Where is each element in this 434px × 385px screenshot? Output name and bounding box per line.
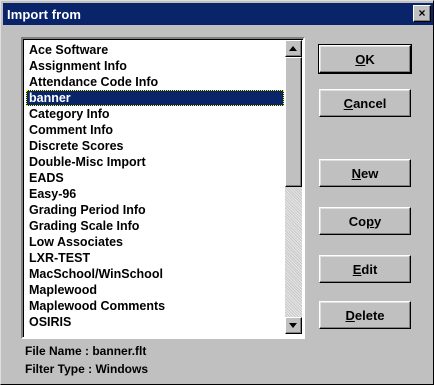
edit-label-post: dit: [361, 261, 378, 277]
import-from-dialog: Import from × Ace Software Assignment Inf…: [0, 0, 434, 385]
list-item[interactable]: Discrete Scores: [26, 138, 284, 154]
list-item[interactable]: Assignment Info: [26, 58, 284, 74]
scroll-down-arrow-icon[interactable]: [285, 317, 302, 334]
list-item[interactable]: Comment Info: [26, 122, 284, 138]
delete-label-accel: D: [345, 307, 355, 323]
ok-button[interactable]: OK: [318, 44, 412, 74]
close-button[interactable]: ×: [413, 5, 431, 22]
scrollbar-thumb[interactable]: [285, 57, 302, 187]
scroll-up-arrow-icon[interactable]: [285, 40, 302, 57]
copy-label-post: y: [374, 213, 382, 229]
list-item[interactable]: LXR-TEST: [26, 250, 284, 266]
delete-label-post: elete: [354, 307, 385, 323]
title-bar[interactable]: Import from ×: [3, 3, 433, 25]
import-source-listbox[interactable]: Ace Software Assignment Info Attendance Co…: [21, 37, 305, 339]
vertical-scrollbar[interactable]: [285, 40, 302, 334]
list-item[interactable]: Maplewood Comments: [26, 298, 284, 314]
delete-button[interactable]: Delete: [319, 301, 411, 329]
list-item[interactable]: Grading Scale Info: [26, 218, 284, 234]
copy-label-accel: p: [366, 213, 375, 229]
window-title: Import from: [7, 6, 82, 22]
list-item[interactable]: Ace Software: [26, 42, 284, 58]
list-item[interactable]: OSIRIS: [26, 314, 284, 330]
list-item[interactable]: Easy-96: [26, 186, 284, 202]
list-item[interactable]: Grading Period Info: [26, 202, 284, 218]
list-item[interactable]: Double-Misc Import: [26, 154, 284, 170]
cancel-label-accel: C: [343, 95, 354, 111]
list-item[interactable]: Maplewood: [26, 282, 284, 298]
listbox-items: Ace Software Assignment Info Attendance Co…: [26, 42, 284, 330]
list-item[interactable]: EADS: [26, 170, 284, 186]
list-item[interactable]: Attendance Code Info: [26, 74, 284, 90]
list-item[interactable]: Low Associates: [26, 234, 284, 250]
cancel-label-post: ancel: [353, 95, 387, 111]
new-label-accel: N: [351, 165, 362, 181]
list-item[interactable]: MacSchool/WinSchool: [26, 266, 284, 282]
list-item[interactable]: Category Info: [26, 106, 284, 122]
edit-label-accel: E: [352, 261, 362, 277]
ok-label-post: K: [365, 51, 375, 67]
file-name-label: File Name : banner.flt: [25, 344, 147, 358]
close-icon: ×: [418, 6, 426, 20]
new-label-post: ew: [361, 165, 379, 181]
cancel-button[interactable]: Cancel: [319, 89, 411, 117]
copy-label-pre: Co: [348, 213, 367, 229]
ok-label-accel: O: [355, 51, 366, 67]
filter-type-label: Filter Type : Windows: [25, 362, 149, 376]
edit-button[interactable]: Edit: [319, 255, 411, 283]
copy-button[interactable]: Co p y: [319, 207, 411, 235]
new-button[interactable]: New: [319, 159, 411, 187]
list-item[interactable]: banner: [26, 90, 284, 106]
